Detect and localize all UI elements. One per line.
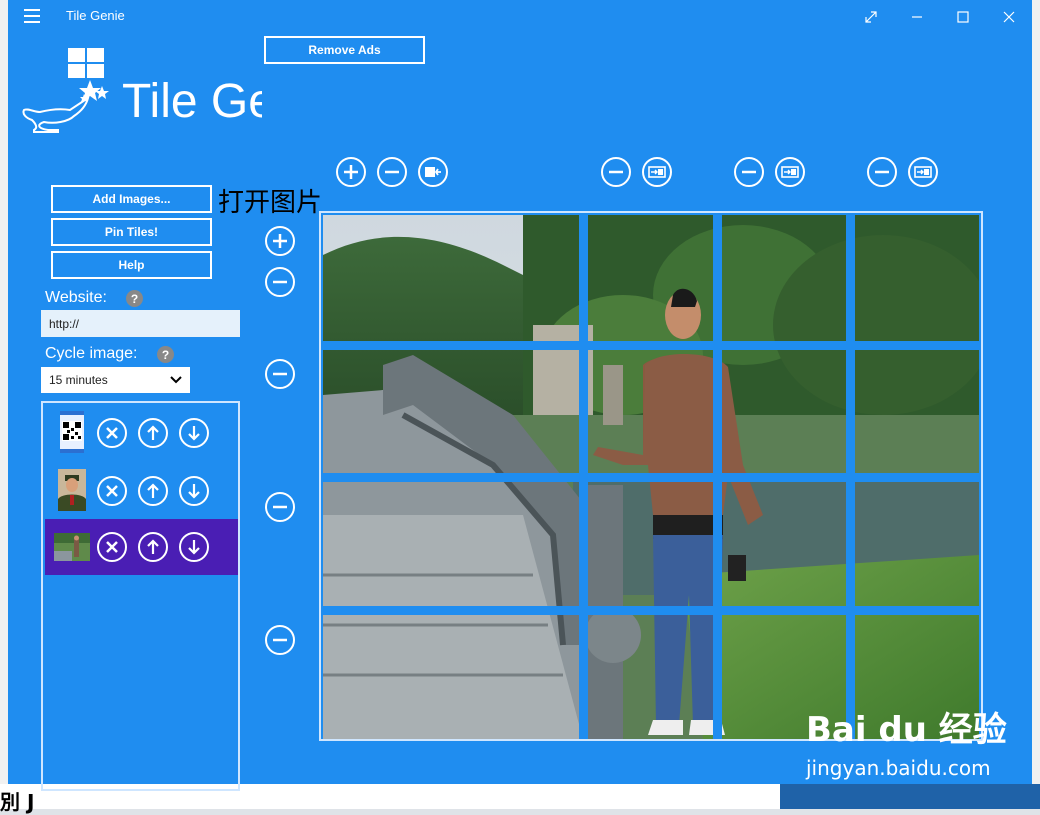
remove-row-button[interactable] bbox=[265, 267, 295, 297]
app-window: Tile Genie Tile Gei Remove Ads Add Image… bbox=[8, 0, 1032, 791]
cycle-interval-value: 15 minutes bbox=[49, 373, 108, 387]
list-item[interactable] bbox=[45, 463, 238, 519]
maximize-icon[interactable] bbox=[940, 0, 986, 33]
remove-row-button[interactable] bbox=[265, 625, 295, 655]
remove-column-button[interactable] bbox=[867, 157, 897, 187]
background-text: 別 J bbox=[0, 790, 35, 814]
x-icon bbox=[106, 541, 118, 553]
title-bar: Tile Genie bbox=[8, 0, 1032, 33]
website-input[interactable] bbox=[41, 310, 240, 337]
arrow-up-icon bbox=[147, 539, 159, 554]
arrow-up-icon bbox=[147, 425, 159, 440]
arrow-down-icon bbox=[188, 426, 200, 441]
minus-icon bbox=[609, 170, 623, 174]
cycle-image-label: Cycle image: bbox=[45, 345, 138, 362]
move-down-button[interactable] bbox=[179, 532, 209, 562]
app-title: Tile Genie bbox=[66, 8, 125, 23]
watermark-url: jingyan.baidu.com bbox=[806, 756, 991, 780]
remove-row-button[interactable] bbox=[265, 359, 295, 389]
add-images-button[interactable]: Add Images... bbox=[51, 185, 212, 213]
align-column-button[interactable] bbox=[418, 157, 448, 187]
remove-column-button[interactable] bbox=[734, 157, 764, 187]
move-up-button[interactable] bbox=[138, 532, 168, 562]
minus-icon bbox=[273, 280, 287, 284]
x-icon bbox=[106, 427, 118, 439]
background-window-left bbox=[0, 0, 8, 809]
move-down-button[interactable] bbox=[179, 476, 209, 506]
website-help-icon[interactable]: ? bbox=[126, 290, 143, 307]
remove-row-button[interactable] bbox=[265, 492, 295, 522]
tile-shift-icon bbox=[648, 166, 666, 178]
minus-icon bbox=[273, 638, 287, 642]
background-window-right bbox=[1032, 0, 1040, 809]
tile-align-icon bbox=[425, 167, 441, 177]
grid-divider-horizontal[interactable] bbox=[321, 606, 981, 615]
shift-column-button[interactable] bbox=[775, 157, 805, 187]
chevron-down-icon bbox=[170, 376, 182, 384]
shift-column-button[interactable] bbox=[908, 157, 938, 187]
grid-divider-horizontal[interactable] bbox=[321, 341, 981, 350]
move-up-button[interactable] bbox=[138, 418, 168, 448]
genie-lamp-logo-icon bbox=[18, 46, 118, 136]
logo-text: Tile Gei bbox=[122, 75, 262, 128]
arrow-up-icon bbox=[147, 483, 159, 498]
minus-icon bbox=[385, 170, 399, 174]
hamburger-icon[interactable] bbox=[24, 9, 40, 23]
remove-image-button[interactable] bbox=[97, 418, 127, 448]
qr-code-thumbnail bbox=[54, 411, 90, 453]
tile-shift-icon bbox=[914, 166, 932, 178]
close-icon[interactable] bbox=[986, 0, 1032, 33]
minus-icon bbox=[875, 170, 889, 174]
list-item[interactable] bbox=[45, 405, 238, 461]
tile-grid-preview[interactable] bbox=[319, 211, 983, 741]
pin-tiles-button[interactable]: Pin Tiles! bbox=[51, 218, 212, 246]
remove-image-button[interactable] bbox=[97, 532, 127, 562]
portrait-thumbnail bbox=[54, 469, 90, 511]
cycle-interval-select[interactable]: 15 minutes bbox=[41, 367, 190, 393]
minimize-icon[interactable] bbox=[894, 0, 940, 33]
add-column-button[interactable] bbox=[336, 157, 366, 187]
remove-image-button[interactable] bbox=[97, 476, 127, 506]
plus-icon bbox=[344, 165, 358, 179]
move-up-button[interactable] bbox=[138, 476, 168, 506]
tile-shift-icon bbox=[781, 166, 799, 178]
baidu-watermark: Bai du 经验 jingyan.baidu.com bbox=[806, 702, 1007, 780]
image-list bbox=[41, 401, 240, 791]
website-label: Website: bbox=[45, 289, 107, 306]
grid-divider-horizontal[interactable] bbox=[321, 473, 981, 482]
background-taskbar bbox=[780, 784, 1040, 809]
move-down-button[interactable] bbox=[179, 418, 209, 448]
expand-icon[interactable] bbox=[848, 0, 894, 33]
park-photo-thumbnail bbox=[52, 525, 92, 567]
remove-column-button[interactable] bbox=[377, 157, 407, 187]
add-row-button[interactable] bbox=[265, 226, 295, 256]
arrow-down-icon bbox=[188, 540, 200, 555]
remove-ads-button[interactable]: Remove Ads bbox=[264, 36, 425, 64]
minus-icon bbox=[273, 372, 287, 376]
list-item-selected[interactable] bbox=[45, 519, 238, 575]
cycle-help-icon[interactable]: ? bbox=[157, 346, 174, 363]
arrow-down-icon bbox=[188, 484, 200, 499]
minus-icon bbox=[273, 505, 287, 509]
watermark-brand: Bai du 经验 bbox=[806, 710, 1007, 750]
plus-icon bbox=[273, 234, 287, 248]
shift-column-button[interactable] bbox=[642, 157, 672, 187]
minus-icon bbox=[742, 170, 756, 174]
x-icon bbox=[106, 485, 118, 497]
remove-column-button[interactable] bbox=[601, 157, 631, 187]
annotation-text: 打开图片 bbox=[218, 188, 323, 218]
help-button[interactable]: Help bbox=[51, 251, 212, 279]
